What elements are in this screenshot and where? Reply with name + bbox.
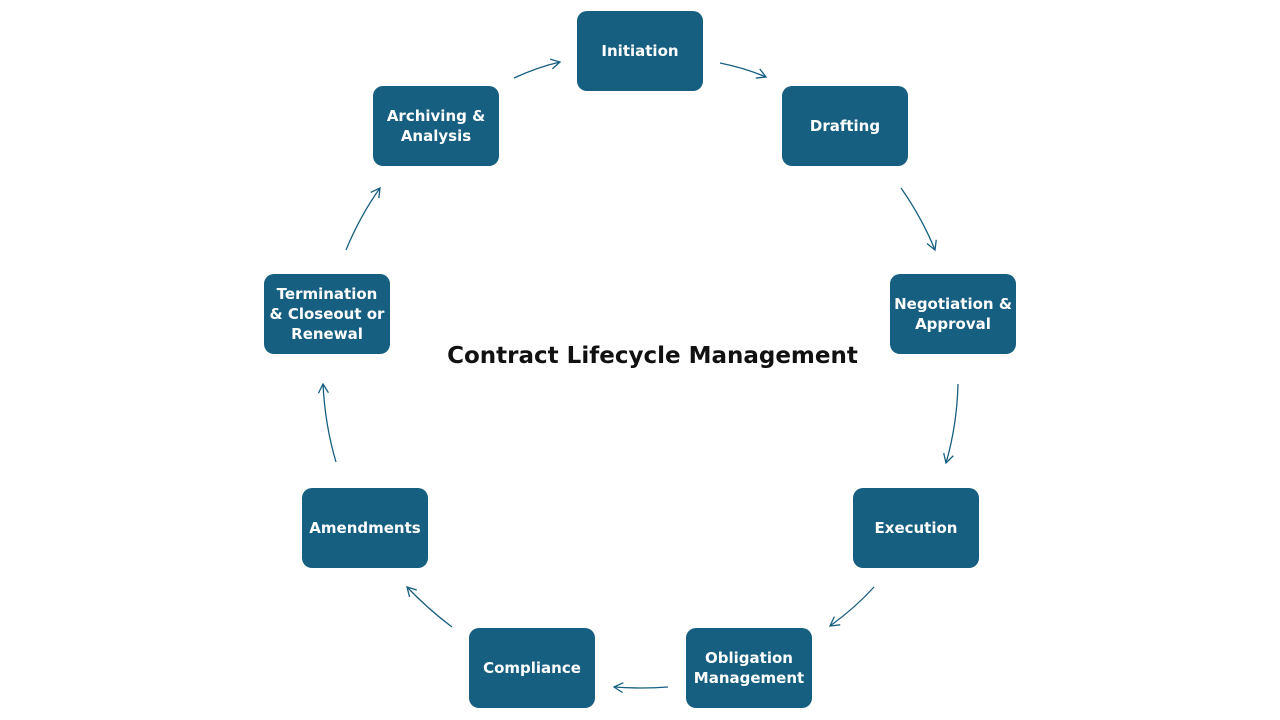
- stage-label: Initiation: [601, 42, 679, 60]
- stage-label: Drafting: [809, 117, 881, 135]
- stage-execution: Execution: [853, 488, 979, 568]
- stage-label: Archiving & Analysis: [386, 107, 486, 145]
- arrow-obligation-to-compliance: [612, 682, 669, 694]
- stage-compliance: Compliance: [469, 628, 595, 708]
- stage-label: Amendments: [309, 519, 421, 537]
- arrow-initiation-to-drafting: [719, 62, 768, 79]
- stage-termination-closeout-renewal: Termination & Closeout or Renewal: [264, 274, 390, 354]
- stage-obligation-management: Obligation Management: [686, 628, 812, 708]
- arrow-execution-to-obligation: [828, 586, 875, 627]
- stage-negotiation-approval: Negotiation & Approval: [890, 274, 1016, 354]
- arrow-amendments-to-termination: [317, 382, 337, 463]
- arrow-archiving-to-initiation: [513, 58, 562, 79]
- stage-label: Execution: [874, 519, 958, 537]
- stage-initiation: Initiation: [577, 11, 703, 91]
- stage-drafting: Drafting: [782, 86, 908, 166]
- arrow-negotiation-to-execution: [943, 383, 959, 465]
- arrow-drafting-to-negotiation: [900, 187, 937, 252]
- stage-label: Obligation Management: [693, 649, 805, 687]
- diagram-title: Contract Lifecycle Management: [447, 343, 858, 369]
- stage-label: Negotiation & Approval: [894, 295, 1012, 333]
- stage-amendments: Amendments: [302, 488, 428, 568]
- arrow-compliance-to-amendments: [406, 586, 453, 628]
- stage-label: Compliance: [483, 659, 581, 677]
- arrow-termination-to-archiving: [345, 186, 381, 251]
- stage-label: Termination & Closeout or Renewal: [269, 285, 385, 343]
- stage-archiving-analysis: Archiving & Analysis: [373, 86, 499, 166]
